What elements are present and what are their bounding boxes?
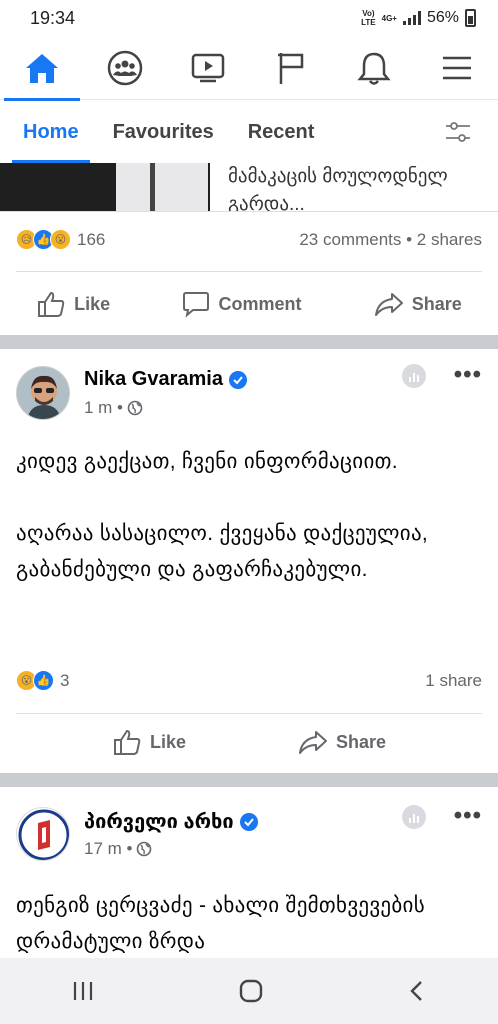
like-reaction-icon: 👍 <box>33 670 54 691</box>
post-body: კიდევ გაექცათ, ჩვენი ინფორმაციით. აღარაა… <box>16 444 482 588</box>
link-preview-image[interactable] <box>0 163 210 211</box>
post-author[interactable]: პირველი არხი <box>84 809 258 834</box>
reaction-count: 166 <box>77 229 106 249</box>
post-meta: 17 m • <box>84 839 152 859</box>
avatar[interactable] <box>16 366 70 420</box>
post-timestamp[interactable]: 1 m • <box>84 398 123 418</box>
battery-percent: 56% <box>426 9 459 26</box>
link-preview-title[interactable]: მამაკაცის მოულოდნელ გარდა... <box>228 163 488 211</box>
top-nav-bar <box>0 36 498 101</box>
wow-reaction-icon: 😮 <box>50 229 71 250</box>
thumbs-up-icon <box>113 729 141 755</box>
nav-menu-button[interactable] <box>427 36 487 100</box>
tab-favourites[interactable]: Favourites <box>102 101 225 163</box>
nav-home-button[interactable] <box>3 36 80 101</box>
groups-icon <box>107 50 142 85</box>
insights-icon[interactable] <box>402 364 426 388</box>
more-options-icon[interactable]: ••• <box>454 804 482 828</box>
post-author[interactable]: Nika Gvaramia <box>84 368 247 391</box>
volte-indicator: Vo) LTE <box>361 9 376 27</box>
tab-recent[interactable]: Recent <box>237 101 326 163</box>
flag-icon <box>277 52 303 84</box>
like-button[interactable]: Like <box>36 290 110 318</box>
share-button[interactable]: Share <box>374 291 462 317</box>
post-paragraph: აღარაა სასაცილო. ქვეყანა დაქცეულია, გაბა… <box>16 522 429 581</box>
nav-groups-button[interactable] <box>95 36 155 100</box>
divider <box>0 211 498 212</box>
status-bar: 19:34 Vo) LTE 4G+ 56% <box>0 0 498 36</box>
share-icon <box>298 731 327 754</box>
network-type-indicator: 4G+ <box>381 13 397 23</box>
reactions-summary[interactable]: 😮 👍 3 1 share <box>16 670 482 691</box>
home-icon <box>25 53 58 83</box>
post-paragraph: კიდევ გაექცათ, ჩვენი ინფორმაციით. <box>16 450 398 473</box>
post-actions: Like Comment Share <box>0 276 498 332</box>
reactions-summary[interactable]: 😥 👍 😮 166 23 comments • 2 shares <box>16 229 482 250</box>
verified-badge-icon <box>228 370 247 389</box>
more-options-icon[interactable]: ••• <box>454 363 482 387</box>
nav-pages-button[interactable] <box>261 36 321 100</box>
post-actions: Like Share <box>0 714 498 770</box>
avatar-image <box>17 367 69 419</box>
share-button[interactable]: Share <box>298 729 386 755</box>
recent-apps-icon[interactable] <box>71 980 95 1002</box>
filter-icon[interactable] <box>444 119 472 145</box>
feed-post: მამაკაცის მოულოდნელ გარდა... 😥 👍 😮 166 2… <box>0 163 498 335</box>
channel-logo-icon <box>18 809 69 860</box>
feed-separator <box>0 773 498 787</box>
share-icon <box>374 293 403 316</box>
comment-icon <box>183 292 210 318</box>
post-body: თენგიზ ცერცვაძე - ახალი შემთხვევების დრა… <box>16 888 482 958</box>
post-header: Nika Gvaramia 1 m • ••• <box>16 363 482 424</box>
battery-icon <box>465 9 476 27</box>
divider <box>16 271 482 272</box>
system-nav-bar <box>0 958 498 1024</box>
verified-badge-icon <box>239 812 258 831</box>
shares-count[interactable]: 1 share <box>425 671 482 691</box>
reaction-count: 3 <box>60 670 70 690</box>
nav-watch-button[interactable] <box>178 36 238 100</box>
avatar[interactable] <box>16 807 70 861</box>
insights-icon[interactable] <box>402 805 426 829</box>
home-nav-icon[interactable] <box>238 978 264 1004</box>
feed-tabs: Home Favourites Recent <box>0 101 498 163</box>
globe-icon <box>127 400 143 416</box>
like-button[interactable]: Like <box>112 728 186 756</box>
post-timestamp[interactable]: 17 m • <box>84 839 132 859</box>
nav-notifications-button[interactable] <box>344 36 404 100</box>
comment-button[interactable]: Comment <box>182 290 301 318</box>
watch-icon <box>191 53 224 82</box>
tab-home[interactable]: Home <box>12 101 90 163</box>
post-header: პირველი არხი 17 m • ••• <box>16 804 482 865</box>
hamburger-menu-icon <box>442 56 471 79</box>
signal-icon <box>402 11 421 25</box>
comments-shares-count[interactable]: 23 comments • 2 shares <box>299 230 482 250</box>
bell-icon <box>356 52 391 85</box>
feed-separator <box>0 335 498 349</box>
back-icon[interactable] <box>407 979 427 1003</box>
globe-icon <box>137 841 152 857</box>
status-indicators: Vo) LTE 4G+ 56% <box>361 9 476 27</box>
post-paragraph: თენგიზ ცერცვაძე - ახალი შემთხვევების დრა… <box>16 894 425 953</box>
thumbs-up-icon <box>38 291 65 317</box>
status-time: 19:34 <box>30 7 76 28</box>
post-meta: 1 m • <box>84 398 143 418</box>
